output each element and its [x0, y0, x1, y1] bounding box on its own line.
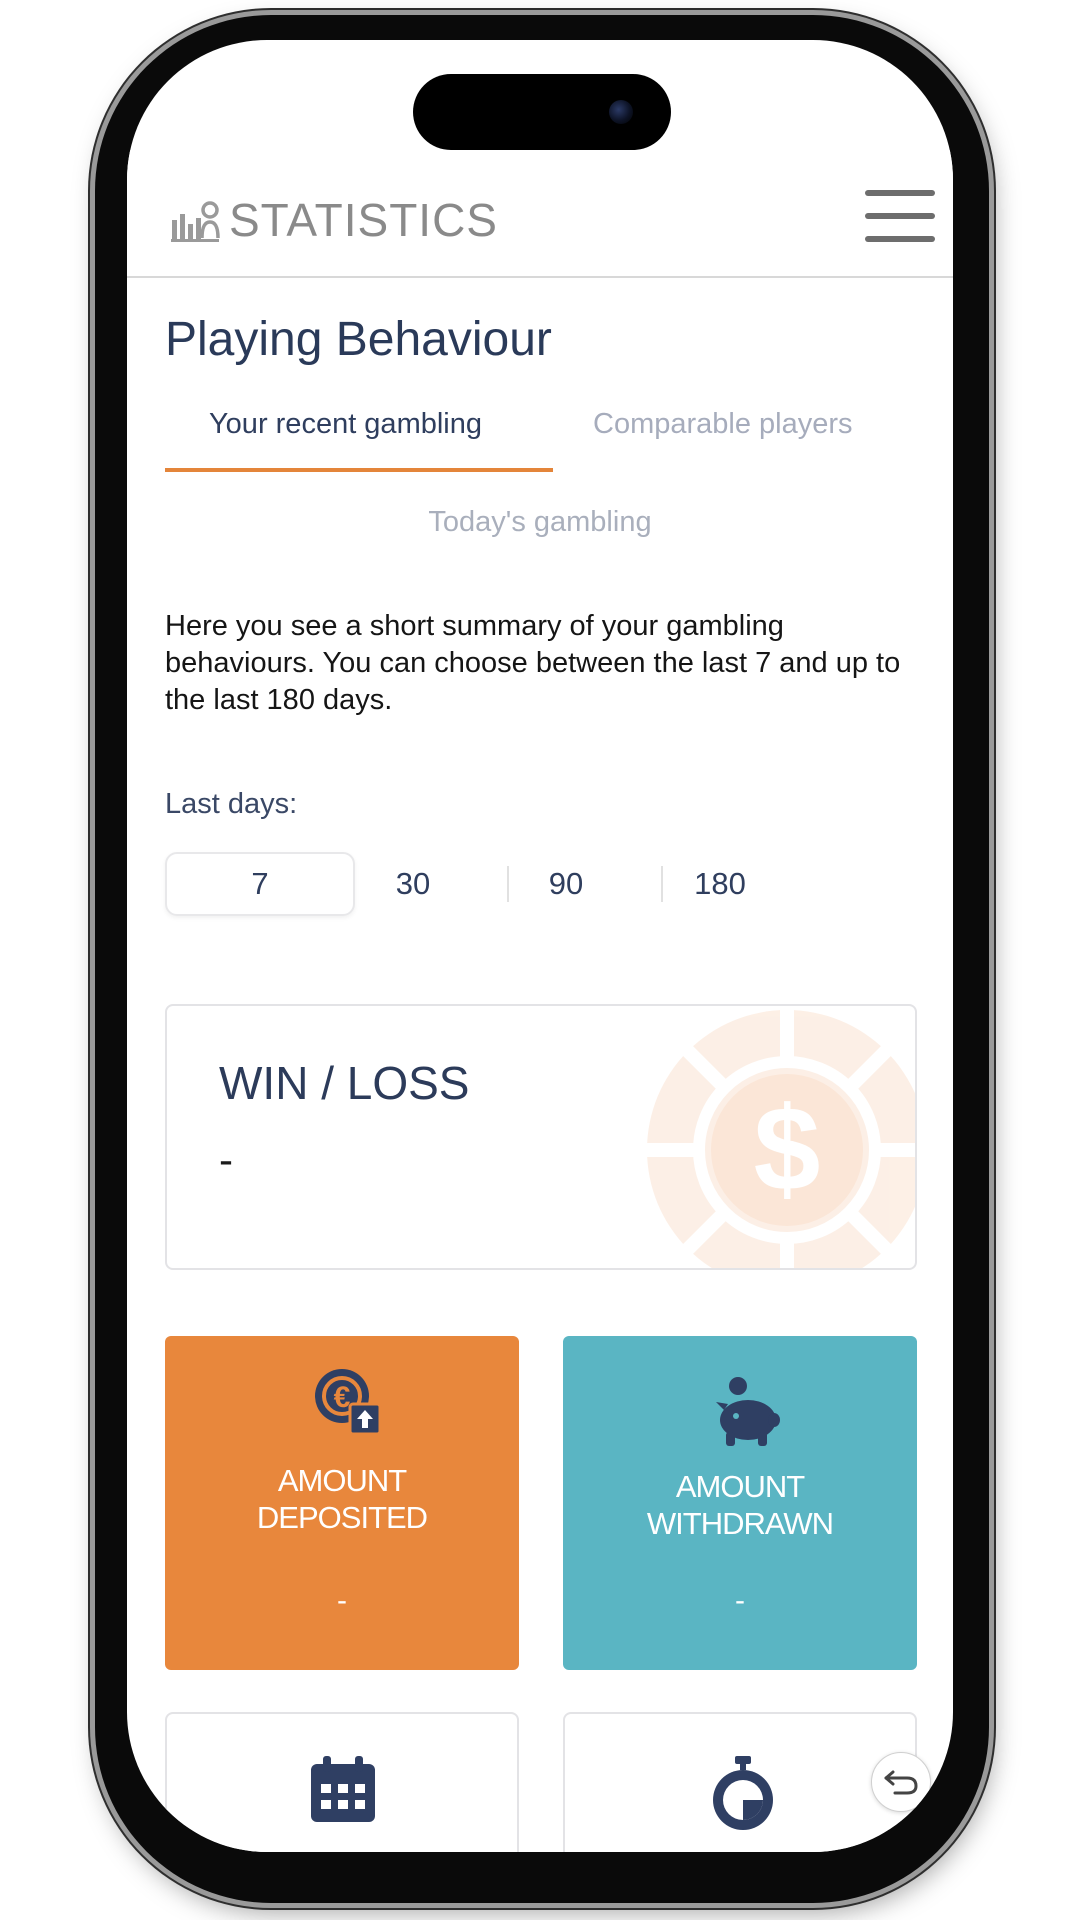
page-title: Playing Behaviour — [165, 313, 552, 366]
bar-chart-user-icon — [171, 201, 220, 242]
casino-chip-dollar-icon: $ — [637, 1006, 915, 1268]
time-tile[interactable] — [563, 1712, 917, 1852]
svg-text:€: € — [334, 1381, 351, 1414]
amount-deposited-tile[interactable]: € AMOUNT DEPOSITED - — [165, 1336, 519, 1670]
hamburger-icon[interactable] — [865, 190, 935, 242]
camera-icon — [609, 100, 633, 124]
app-header: STATISTICS — [127, 150, 953, 278]
phone-screen: STATISTICS Playing Behaviour Your recent… — [127, 40, 953, 1852]
svg-text:$: $ — [754, 1082, 821, 1216]
withdrawn-value: - — [735, 1584, 745, 1617]
calendar-icon — [311, 1756, 375, 1822]
tab-recent-gambling[interactable]: Your recent gambling — [209, 408, 482, 441]
stopwatch-icon — [713, 1756, 773, 1830]
win-loss-value: - — [219, 1136, 233, 1183]
back-button[interactable] — [871, 1752, 931, 1812]
app-name: STATISTICS — [229, 194, 498, 246]
summary-description: Here you see a short summary of your gam… — [165, 610, 901, 716]
coin-deposit-icon: € — [315, 1369, 382, 1436]
calendar-tile[interactable] — [165, 1712, 519, 1852]
active-tab-indicator — [165, 468, 553, 472]
dynamic-island — [413, 74, 671, 150]
tab-todays-gambling[interactable]: Today's gambling — [127, 506, 953, 539]
deposited-label-line2: DEPOSITED — [256, 1500, 428, 1535]
undo-arrow-icon — [884, 1770, 918, 1795]
days-selector: 7 30 90 180 — [165, 852, 925, 916]
piggy-bank-icon — [716, 1377, 780, 1446]
win-loss-card: $ WIN / LOSS - — [165, 1004, 917, 1270]
withdrawn-label-line1: AMOUNT — [675, 1469, 805, 1504]
amount-withdrawn-tile[interactable]: AMOUNT WITHDRAWN - — [563, 1336, 917, 1670]
deposited-label-line1: AMOUNT — [277, 1463, 407, 1498]
days-label: Last days: — [165, 788, 298, 820]
deposited-value: - — [337, 1584, 347, 1617]
days-option-180[interactable]: 180 — [625, 852, 815, 916]
tab-comparable-players[interactable]: Comparable players — [593, 408, 853, 441]
withdrawn-label-line2: WITHDRAWN — [646, 1506, 834, 1541]
app-logo[interactable]: STATISTICS — [171, 194, 498, 246]
win-loss-title: WIN / LOSS — [219, 1057, 470, 1109]
